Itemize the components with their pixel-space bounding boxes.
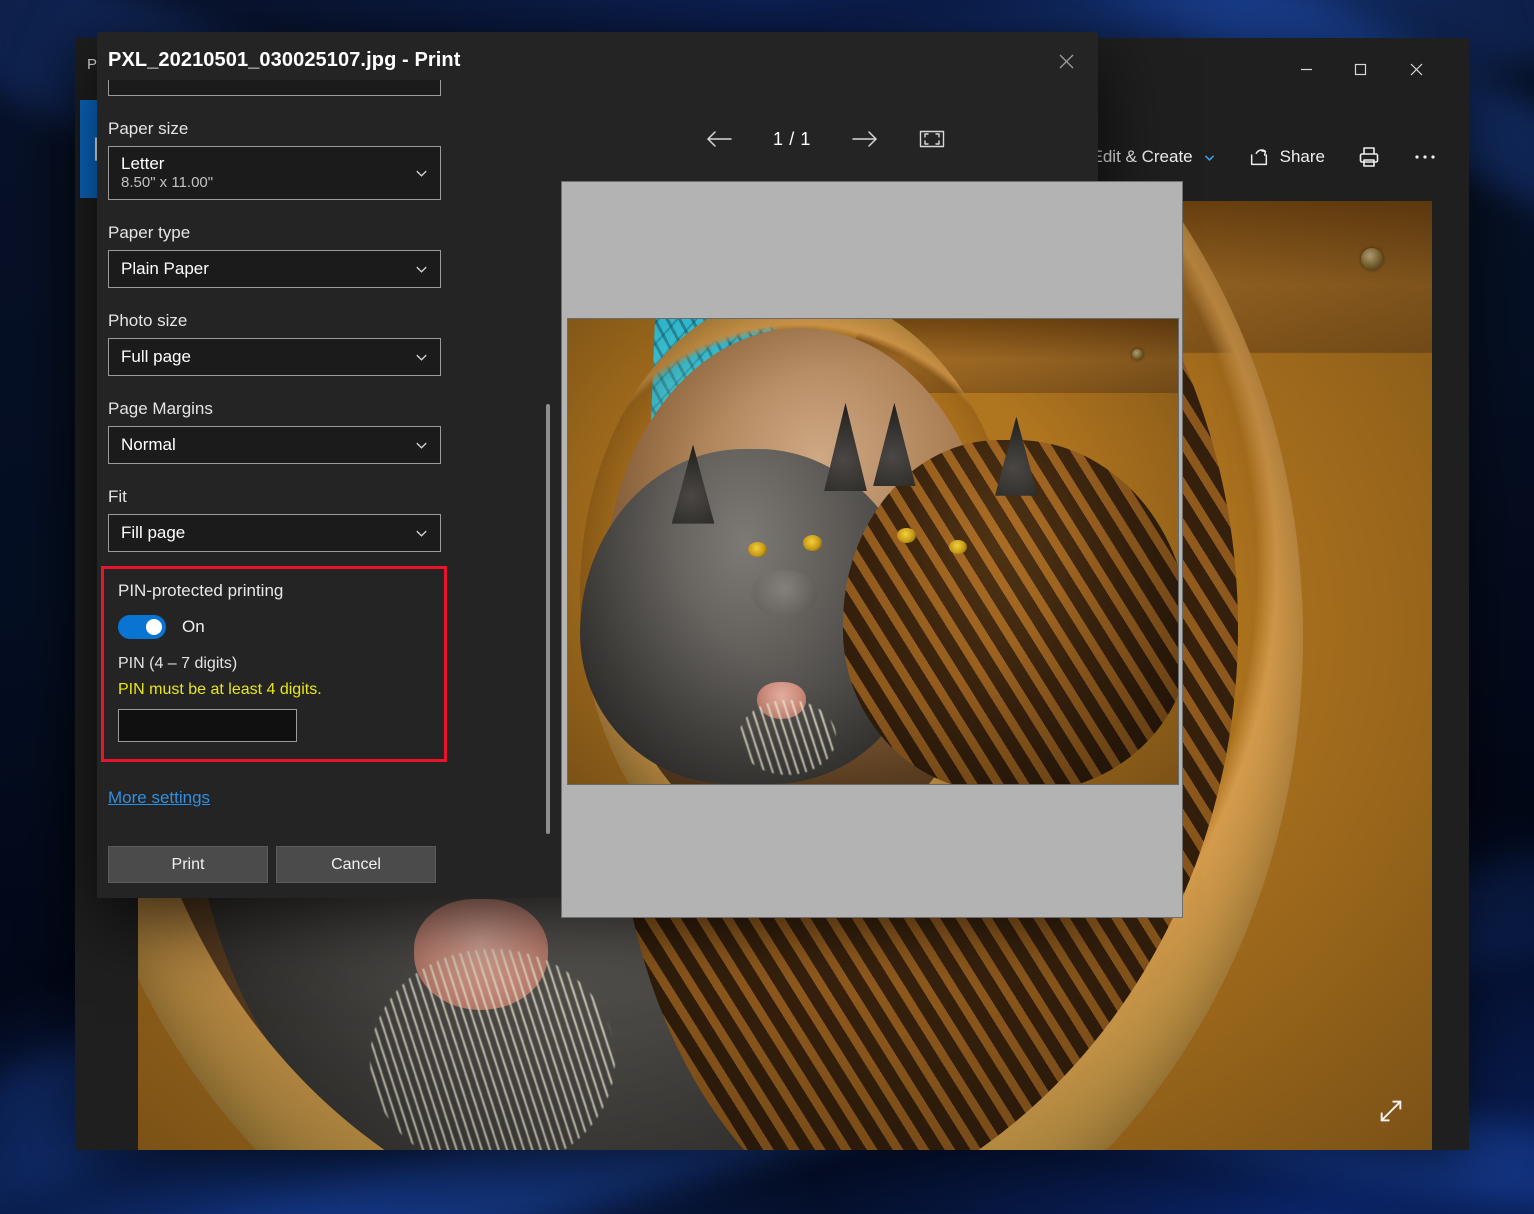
close-icon: [1058, 53, 1075, 70]
photo-size-label: Photo size: [108, 311, 453, 331]
paper-size-value: Letter: [121, 154, 428, 174]
paper-type-label: Paper type: [108, 223, 453, 243]
paper-size-dimensions: 8.50" x 11.00": [121, 174, 428, 192]
pin-protected-printing-heading: PIN-protected printing: [118, 581, 437, 601]
pin-validation-error: PIN must be at least 4 digits.: [118, 681, 437, 699]
share-button[interactable]: Share: [1234, 136, 1339, 178]
arrow-left-icon: [705, 129, 733, 149]
dialog-close-button[interactable]: [1044, 40, 1088, 82]
pin-toggle-row: On: [118, 615, 437, 639]
fit-to-page-button[interactable]: [919, 129, 945, 149]
print-button[interactable]: [1343, 135, 1395, 179]
fit-value: Fill page: [121, 523, 428, 543]
scrolled-off-field[interactable]: [108, 80, 441, 96]
close-icon: [1409, 62, 1424, 77]
photo-size-value: Full page: [121, 347, 428, 367]
pin-digits-label: PIN (4 – 7 digits): [118, 655, 437, 673]
photo-size-dropdown[interactable]: Full page: [108, 338, 441, 376]
page-margins-value: Normal: [121, 435, 428, 455]
next-page-button[interactable]: [851, 129, 879, 149]
previous-page-button[interactable]: [705, 129, 733, 149]
paper-type-dropdown[interactable]: Plain Paper: [108, 250, 441, 288]
dialog-action-buttons: Print Cancel: [108, 846, 436, 883]
pin-toggle-state-label: On: [182, 617, 205, 637]
maximize-button[interactable]: [1337, 38, 1383, 100]
pin-protected-printing-toggle[interactable]: [118, 615, 166, 639]
chevron-down-icon: [414, 438, 429, 453]
print-settings-pane: Paper size Letter 8.50" x 11.00" Paper t…: [97, 80, 453, 898]
fit-label: Fit: [108, 487, 453, 507]
print-dialog: PXL_20210501_030025107.jpg - Print Paper…: [97, 32, 1098, 898]
paper-size-label: Paper size: [108, 119, 453, 139]
dialog-title: PXL_20210501_030025107.jpg - Print: [108, 49, 461, 72]
preview-photo-cats-in-wooden-bed: [567, 318, 1179, 785]
settings-scrollbar[interactable]: [546, 404, 550, 834]
pin-input[interactable]: [118, 709, 297, 742]
pin-protected-printing-section: PIN-protected printing On PIN (4 – 7 dig…: [101, 566, 447, 762]
minimize-button[interactable]: [1283, 38, 1329, 100]
edit-and-create-label: Edit & Create: [1092, 147, 1193, 167]
ellipsis-icon: [1413, 153, 1437, 161]
print-settings-scroll-content: Paper size Letter 8.50" x 11.00" Paper t…: [97, 80, 453, 840]
fit-to-page-icon: [919, 129, 945, 149]
printer-icon: [1357, 145, 1381, 169]
minimize-icon: [1300, 63, 1313, 76]
print-preview-page[interactable]: [561, 181, 1183, 918]
chevron-down-icon: [414, 262, 429, 277]
print-button[interactable]: Print: [108, 846, 268, 883]
print-preview-pane: 1 / 1: [552, 80, 1098, 898]
page-indicator: 1 / 1: [773, 129, 811, 150]
share-label: Share: [1280, 147, 1325, 167]
toggle-knob: [146, 619, 162, 635]
chevron-down-icon: [414, 526, 429, 541]
paper-size-dropdown[interactable]: Letter 8.50" x 11.00": [108, 146, 441, 200]
more-options-button[interactable]: [1399, 143, 1451, 171]
photos-app-name: P: [87, 56, 97, 73]
preview-toolbar: 1 / 1: [552, 116, 1098, 162]
chevron-down-icon: [414, 350, 429, 365]
chevron-down-icon: [414, 166, 429, 181]
page-margins-dropdown[interactable]: Normal: [108, 426, 441, 464]
share-icon: [1248, 146, 1270, 168]
page-margins-label: Page Margins: [108, 399, 453, 419]
arrow-right-icon: [851, 129, 879, 149]
close-window-button[interactable]: [1393, 38, 1439, 100]
chevron-down-icon: [1203, 151, 1216, 164]
fit-dropdown[interactable]: Fill page: [108, 514, 441, 552]
more-settings-link[interactable]: More settings: [108, 788, 210, 808]
expand-diagonal-icon: [1377, 1097, 1405, 1125]
cancel-button[interactable]: Cancel: [276, 846, 436, 883]
expand-to-fullscreen-button[interactable]: [1368, 1088, 1414, 1134]
paper-type-value: Plain Paper: [121, 259, 428, 279]
maximize-icon: [1354, 63, 1367, 76]
